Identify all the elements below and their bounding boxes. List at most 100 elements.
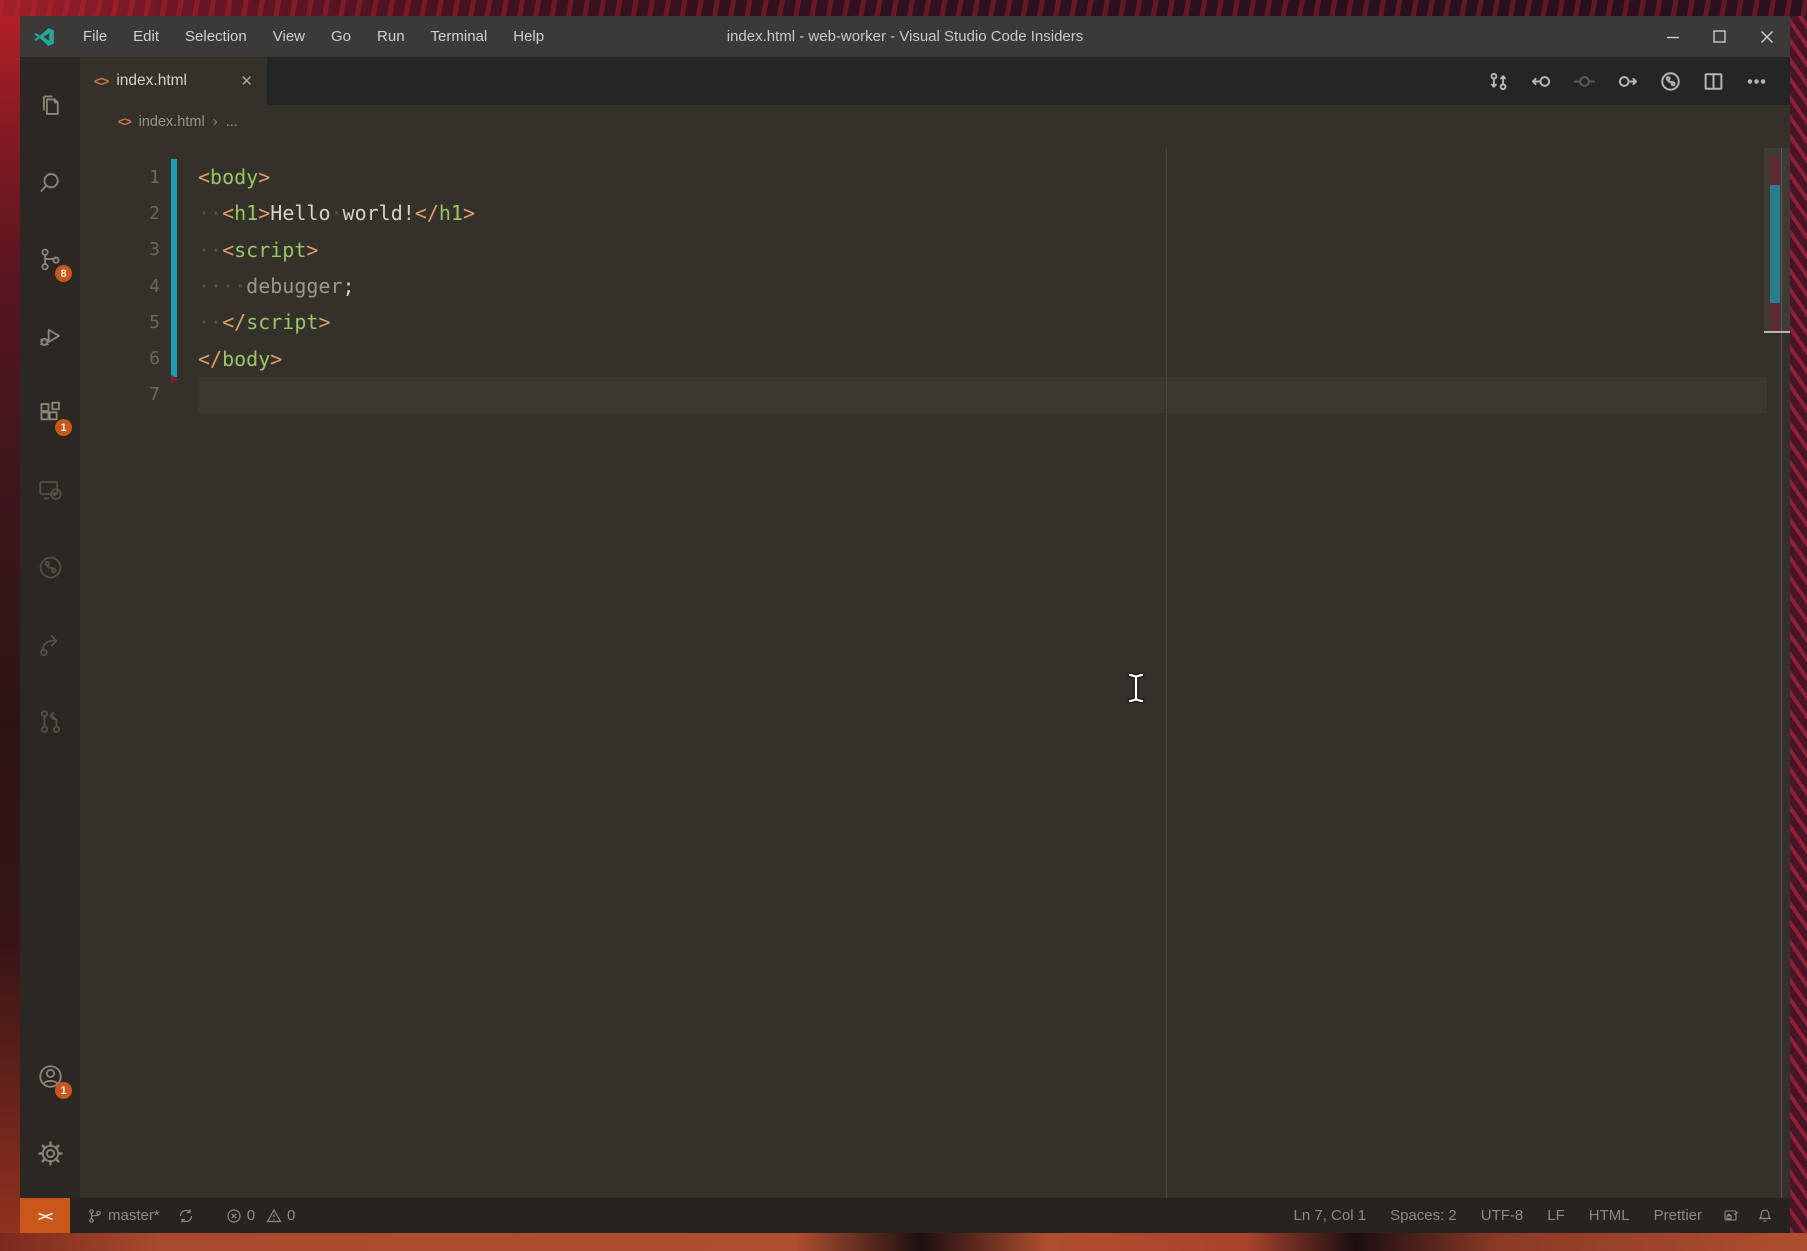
code-line-5[interactable]: 5··</script>	[80, 304, 1790, 340]
line-number[interactable]: 4	[80, 276, 160, 297]
html-file-icon: <>	[94, 73, 108, 89]
more-actions-icon[interactable]	[1735, 57, 1778, 105]
menu-terminal[interactable]: Terminal	[418, 16, 501, 57]
vscode-window: FileEditSelectionViewGoRunTerminalHelp i…	[20, 16, 1790, 1233]
mouse-ibeam-cursor	[1126, 671, 1146, 705]
git-branch-icon	[87, 1208, 103, 1224]
code-text: ··<script>	[160, 238, 318, 262]
activity-settings-gear-icon[interactable]	[26, 1115, 74, 1192]
current-line-highlight	[198, 377, 1767, 413]
activity-bar: 8 1 1	[20, 57, 80, 1198]
tab-close-icon[interactable]: ✕	[236, 70, 257, 92]
minimize-button[interactable]	[1649, 16, 1696, 57]
notifications-bell-icon[interactable]	[1748, 1198, 1782, 1233]
activity-accounts-icon[interactable]: 1	[26, 1038, 74, 1115]
editor-group: <> index.html ✕ <> index.html › ... 1<bo…	[80, 57, 1790, 1198]
code-line-1[interactable]: 1<body>	[80, 159, 1790, 195]
status-bar-right: Ln 7, Col 1Spaces: 2UTF-8LFHTMLPrettier	[1282, 1198, 1790, 1233]
line-number[interactable]: 6	[80, 348, 160, 369]
menu-view[interactable]: View	[260, 16, 318, 57]
maximize-button[interactable]	[1696, 16, 1743, 57]
code-line-3[interactable]: 3··<script>	[80, 232, 1790, 268]
overview-mark-top	[1770, 157, 1780, 185]
window-title: index.html - web-worker - Visual Studio …	[727, 16, 1084, 57]
problems-status[interactable]: 0 0	[217, 1198, 305, 1233]
activity-bar-bottom: 1	[26, 1038, 74, 1192]
status-language-mode[interactable]: HTML	[1577, 1198, 1642, 1233]
code-text: ··<h1>Hello·world!</h1>	[160, 201, 475, 225]
html-file-icon: <>	[118, 115, 131, 129]
wallpaper-left	[0, 16, 20, 1233]
activity-source-control-icon[interactable]: 8	[26, 221, 74, 298]
activity-search-icon[interactable]	[26, 144, 74, 221]
code-editor[interactable]: 1<body>2··<h1>Hello·world!</h1>3··<scrip…	[80, 138, 1790, 1198]
circled-branch-icon	[36, 553, 65, 582]
activity-live-share-icon[interactable]	[26, 606, 74, 683]
code-text: ··</script>	[160, 310, 330, 334]
previous-change-icon[interactable]	[1520, 57, 1563, 105]
status-encoding[interactable]: UTF-8	[1469, 1198, 1536, 1233]
line-number[interactable]: 7	[80, 384, 160, 405]
feedback-smiley-icon[interactable]	[1714, 1198, 1748, 1233]
git-modified-gutter-bar	[171, 159, 177, 377]
badge: 1	[55, 419, 72, 436]
status-bar-left: >< master* 0	[20, 1198, 304, 1233]
split-editor-icon[interactable]	[1692, 57, 1735, 105]
activity-pull-requests-icon[interactable]	[26, 683, 74, 760]
close-button[interactable]	[1743, 16, 1790, 57]
remote-explorer-icon	[36, 476, 65, 505]
breadcrumb-more[interactable]: ...	[226, 114, 238, 130]
code-line-4[interactable]: 4····debugger;	[80, 268, 1790, 304]
activity-remote-explorer-icon[interactable]	[26, 452, 74, 529]
editor-actions	[1477, 57, 1790, 105]
status-cursor-position[interactable]: Ln 7, Col 1	[1282, 1198, 1379, 1233]
tab-index-html[interactable]: <> index.html ✕	[80, 57, 267, 105]
line-number[interactable]: 1	[80, 167, 160, 188]
chevron-right-icon: ›	[213, 113, 218, 130]
activity-extensions-icon[interactable]: 1	[26, 375, 74, 452]
code-line-7[interactable]: 7	[80, 377, 1790, 413]
sync-status[interactable]	[169, 1198, 203, 1233]
breadcrumb-file[interactable]: index.html	[139, 114, 205, 130]
line-number[interactable]: 3	[80, 239, 160, 260]
status-indentation[interactable]: Spaces: 2	[1378, 1198, 1469, 1233]
code-line-6[interactable]: 6</body>	[80, 340, 1790, 376]
overview-ruler-line	[1781, 148, 1782, 1198]
tab-label: index.html	[116, 72, 187, 90]
line-number[interactable]: 5	[80, 312, 160, 333]
wallpaper-right	[1790, 16, 1807, 1233]
errors-icon	[226, 1208, 242, 1224]
code-text: </body>	[160, 347, 282, 371]
menu-file[interactable]: File	[70, 16, 120, 57]
overview-mark-modified	[1770, 185, 1780, 303]
menu-run[interactable]: Run	[364, 16, 418, 57]
run-and-debug-icon	[36, 322, 65, 351]
explorer-icon	[36, 91, 65, 120]
status-end-of-line[interactable]: LF	[1535, 1198, 1577, 1233]
sync-icon	[178, 1208, 194, 1224]
status-formatter[interactable]: Prettier	[1642, 1198, 1714, 1233]
error-count: 0	[247, 1207, 255, 1224]
activity-explorer-icon[interactable]	[26, 67, 74, 144]
wallpaper-bottom	[0, 1233, 1807, 1251]
next-change-icon[interactable]	[1606, 57, 1649, 105]
tab-bar: <> index.html ✕	[80, 57, 1790, 105]
current-change-icon[interactable]	[1563, 57, 1606, 105]
badge: 8	[55, 265, 72, 282]
overview-ruler[interactable]	[1762, 138, 1790, 1198]
menu-go[interactable]: Go	[318, 16, 364, 57]
remote-indicator[interactable]: ><	[20, 1198, 70, 1233]
menu-edit[interactable]: Edit	[120, 16, 172, 57]
wallpaper-top	[0, 0, 1807, 16]
line-number[interactable]: 2	[80, 203, 160, 224]
activity-run-and-debug-icon[interactable]	[26, 298, 74, 375]
status-bar: >< master* 0	[20, 1198, 1790, 1233]
code-line-2[interactable]: 2··<h1>Hello·world!</h1>	[80, 195, 1790, 231]
git-branch-status[interactable]: master*	[78, 1198, 169, 1233]
menu-selection[interactable]: Selection	[172, 16, 260, 57]
pull-requests-icon	[36, 707, 65, 736]
activity-circled-branch-icon[interactable]	[26, 529, 74, 606]
run-circle-icon[interactable]	[1649, 57, 1692, 105]
menu-help[interactable]: Help	[500, 16, 557, 57]
open-changes-icon[interactable]	[1477, 57, 1520, 105]
